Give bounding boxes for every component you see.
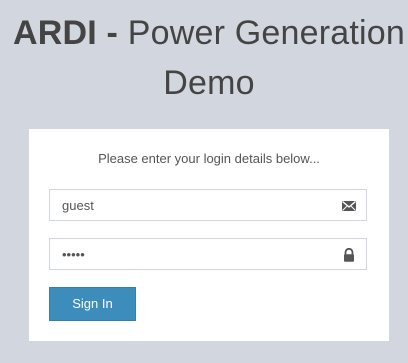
password-value: ••••• — [62, 247, 85, 262]
login-message: Please enter your login details below... — [98, 151, 320, 166]
lock-icon — [344, 248, 354, 262]
username-value: guest — [62, 198, 94, 213]
app-title: Power Generation Demo — [127, 14, 405, 102]
login-box: Please enter your login details below...… — [29, 129, 389, 341]
page-title: ARDI - Power Generation Demo — [0, 8, 408, 108]
password-field[interactable]: ••••• — [49, 238, 367, 270]
sign-in-button[interactable]: Sign In — [49, 287, 136, 321]
envelope-icon — [342, 200, 356, 211]
username-field[interactable]: guest — [49, 189, 367, 221]
brand-name: ARDI - — [13, 14, 119, 52]
